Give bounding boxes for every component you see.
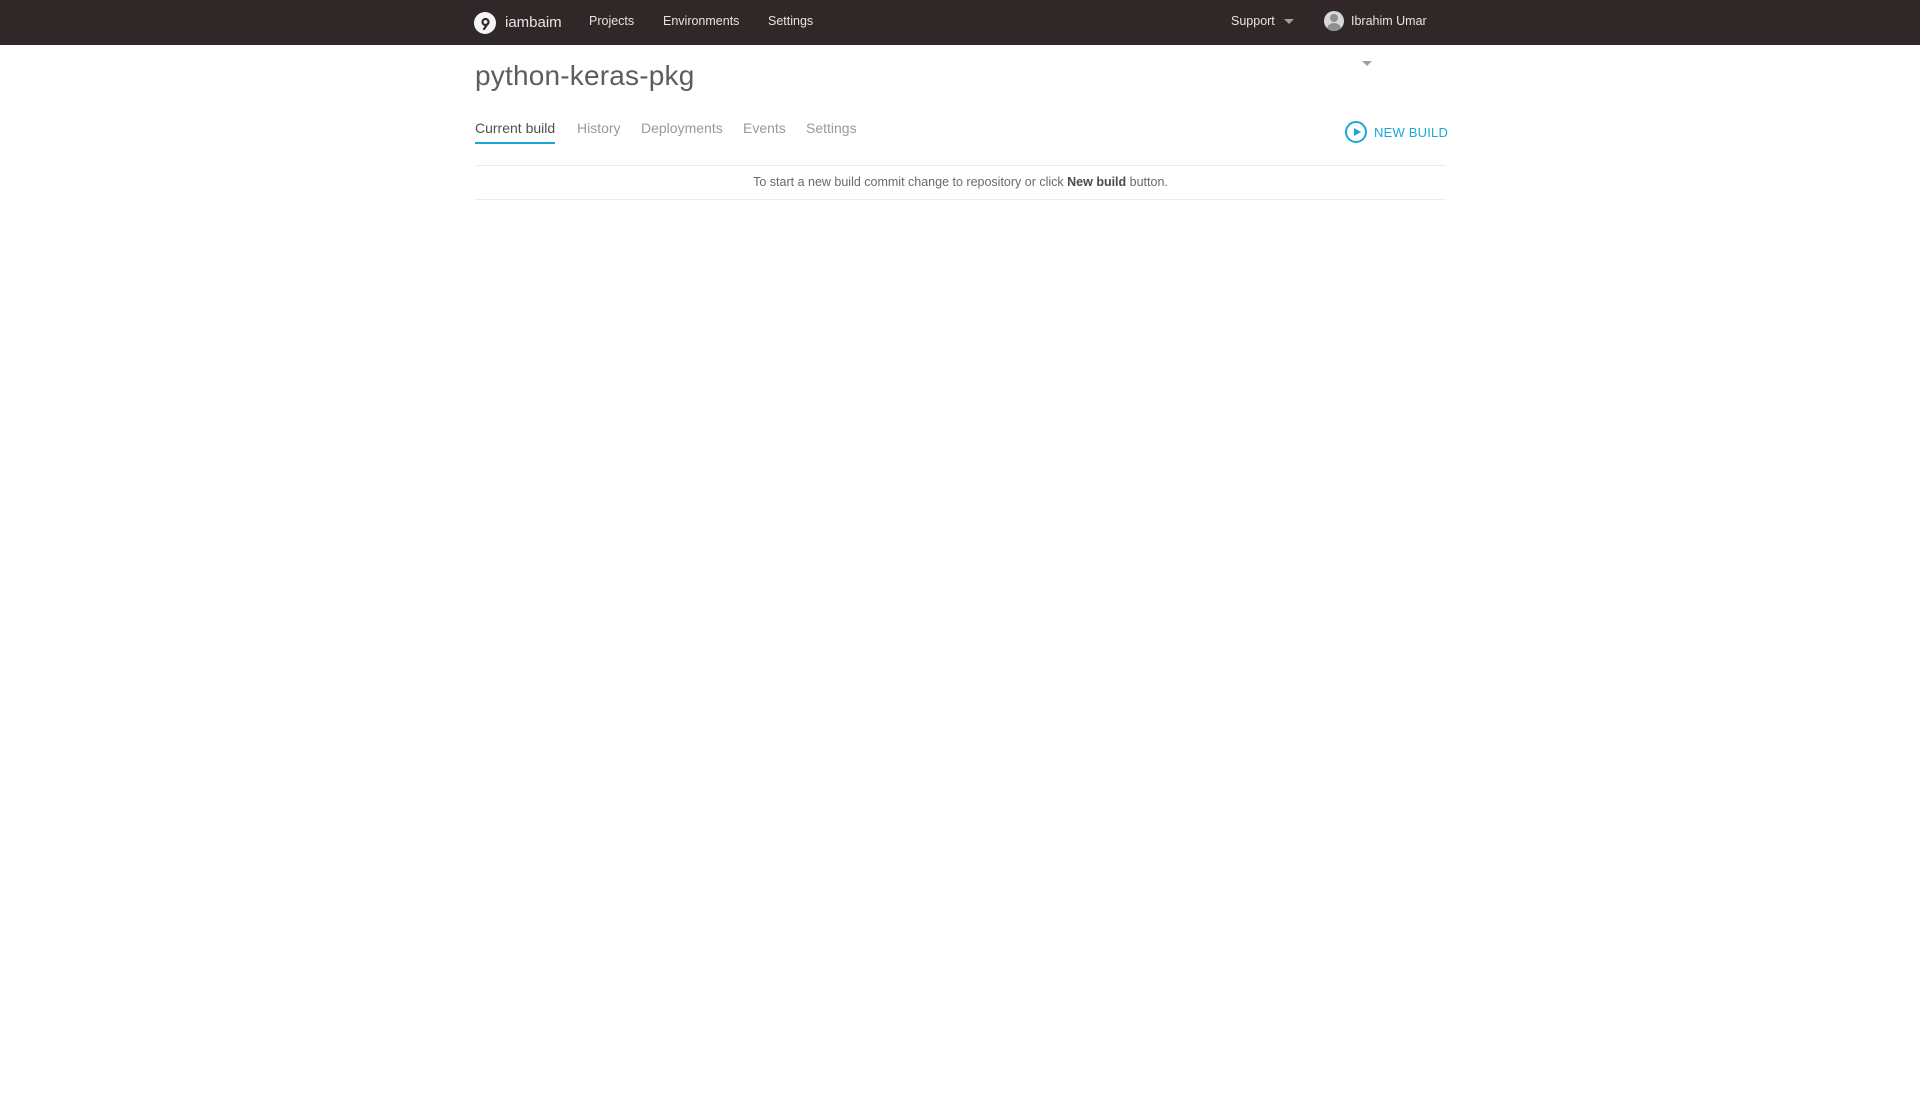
tab-current-build[interactable]: Current build: [475, 120, 556, 144]
tab-settings[interactable]: Settings: [806, 120, 857, 144]
brand-link[interactable]: iambaim: [474, 0, 562, 45]
user-menu-dropdown[interactable]: Ibrahim Umar: [1351, 0, 1447, 67]
message-bold-new-build: New build: [1067, 175, 1127, 189]
user-avatar[interactable]: [1324, 11, 1344, 31]
user-name: Ibrahim Umar: [1351, 14, 1427, 28]
support-label: Support: [1231, 14, 1275, 28]
nav-settings[interactable]: Settings: [768, 0, 813, 42]
play-icon: [1345, 121, 1367, 143]
new-build-label: NEW BUILD: [1374, 124, 1449, 140]
nav-environments[interactable]: Environments: [663, 0, 739, 42]
nav-projects[interactable]: Projects: [589, 0, 634, 42]
message-text-end: button.: [1129, 175, 1168, 189]
empty-build-message: To start a new build commit change to re…: [475, 165, 1446, 200]
tab-deployments[interactable]: Deployments: [641, 120, 723, 144]
account-name: iambaim: [505, 14, 562, 31]
new-build-button[interactable]: NEW BUILD: [1345, 120, 1448, 144]
topbar-container: iambaim Projects Environments Settings S…: [474, 0, 1447, 67]
chevron-down-icon: [1362, 61, 1372, 67]
project-title: python-keras-pkg: [475, 60, 695, 91]
tab-history[interactable]: History: [577, 120, 621, 144]
message-text: To start a new build commit change to re…: [753, 175, 1064, 189]
support-dropdown[interactable]: Support: [1231, 0, 1294, 42]
appveyor-logo-icon: [474, 11, 496, 34]
top-navigation-bar: iambaim Projects Environments Settings S…: [0, 0, 1920, 67]
chevron-down-icon: [1283, 19, 1294, 25]
tab-events[interactable]: Events: [743, 120, 786, 144]
